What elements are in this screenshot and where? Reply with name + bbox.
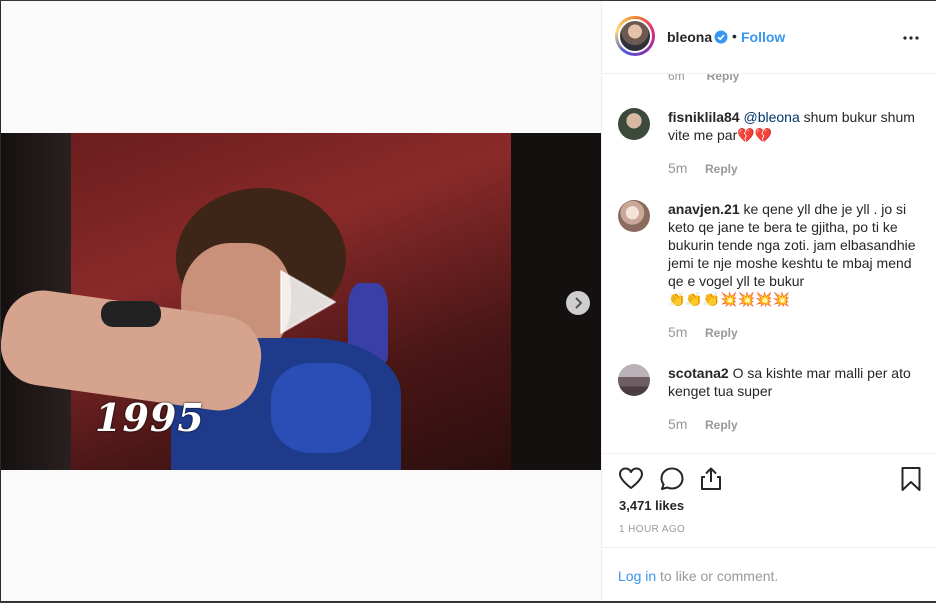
comment-text: fisniklila84 @bleona shum bukur shum vit…	[668, 108, 923, 145]
video-microphone	[101, 301, 161, 327]
likes-count[interactable]: 3,471 likes	[619, 498, 684, 513]
comment-time: 6m	[668, 74, 685, 83]
year-overlay: 1995	[95, 395, 205, 440]
commenter-username[interactable]: fisniklila84	[668, 109, 740, 125]
video-outfit-highlight	[271, 363, 371, 453]
commenter-avatar[interactable]	[618, 108, 650, 140]
action-bar	[602, 453, 936, 491]
commenter-avatar[interactable]	[618, 200, 650, 232]
author-username[interactable]: bleona	[667, 29, 712, 45]
login-prompt-rest: to like or comment.	[656, 568, 779, 584]
avatar-image	[618, 19, 652, 53]
comment-emoji: 👏👏👏💥💥💥💥	[668, 292, 791, 308]
heart-icon[interactable]	[618, 466, 644, 492]
post-timestamp: 1 HOUR AGO	[619, 524, 686, 535]
reply-button[interactable]: Reply	[705, 162, 738, 176]
comments-list[interactable]: 6m Reply fisniklila84 @bleona shum bukur …	[602, 74, 936, 452]
comment-time: 5m	[668, 160, 688, 176]
reply-button[interactable]: Reply	[705, 418, 738, 432]
commenter-avatar[interactable]	[618, 364, 650, 396]
video-player[interactable]: 1995	[1, 133, 601, 470]
commenter-username[interactable]: anavjen.21	[668, 201, 740, 217]
comment-emoji: 💔💔	[737, 128, 773, 144]
more-options-icon[interactable]	[902, 35, 920, 41]
media-panel: 1995	[1, 1, 601, 601]
comment-time: 5m	[668, 416, 688, 432]
post-modal: 1995 bleona • Follow 6m Reply fisniklila…	[1, 1, 936, 601]
login-link[interactable]: Log in	[618, 568, 656, 584]
login-prompt-text: Log in to like or comment.	[618, 568, 778, 584]
header-separator: •	[732, 28, 737, 44]
chevron-right-icon	[575, 297, 583, 309]
author-avatar[interactable]	[615, 16, 655, 56]
comment-icon[interactable]	[659, 466, 685, 492]
commenter-username[interactable]: scotana2	[668, 365, 729, 381]
comment-text: scotana2 O sa kishte mar malli per ato k…	[668, 364, 923, 400]
comment-mention[interactable]: @bleona	[743, 109, 799, 125]
comment-text: anavjen.21 ke qene yll dhe je yll . jo s…	[668, 200, 923, 309]
bookmark-icon[interactable]	[898, 466, 924, 492]
follow-button[interactable]: Follow	[741, 29, 785, 45]
play-icon[interactable]	[273, 267, 339, 337]
post-sidebar: bleona • Follow 6m Reply fisniklila84 @b…	[601, 1, 936, 601]
login-prompt: Log in to like or comment.	[602, 547, 936, 602]
comment-time: 5m	[668, 324, 688, 340]
next-media-button[interactable]	[566, 291, 590, 315]
verified-badge-icon	[714, 30, 728, 44]
reply-button[interactable]: Reply	[705, 326, 738, 340]
share-icon[interactable]	[698, 466, 724, 492]
partial-comment-meta: 6m Reply	[668, 74, 739, 83]
post-header: bleona • Follow	[602, 1, 936, 74]
reply-button[interactable]: Reply	[707, 74, 740, 83]
